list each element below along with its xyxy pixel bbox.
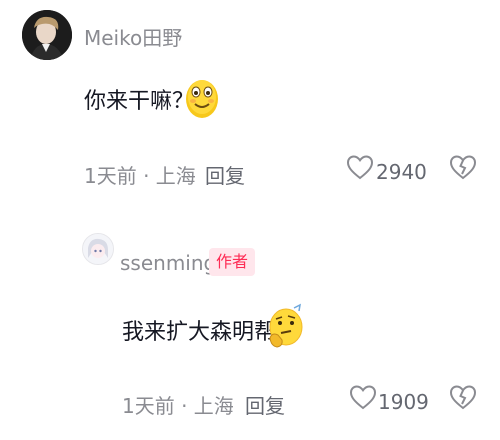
broken-heart-icon[interactable]: [448, 382, 478, 412]
comment-time-location: 1天前 · 上海: [122, 394, 234, 418]
reply-button[interactable]: 回复: [205, 160, 245, 189]
avatar[interactable]: [22, 10, 72, 60]
like-count: 1909: [378, 390, 429, 414]
comment-username[interactable]: Meiko田野: [84, 22, 182, 51]
comment-text: 你来干嘛？: [84, 89, 195, 114]
author-badge: 作者: [209, 248, 256, 276]
heart-icon[interactable]: [345, 152, 375, 182]
comment-text: 我来扩大森明帮: [122, 320, 277, 345]
reply-button[interactable]: 回复: [245, 390, 285, 419]
broken-heart-icon[interactable]: [448, 152, 478, 182]
comment-time-location: 1天前 · 上海: [84, 164, 196, 188]
smiling-face-emoji-icon: [184, 72, 220, 122]
heart-icon[interactable]: [348, 382, 378, 412]
like-count: 2940: [376, 160, 427, 184]
avatar[interactable]: [82, 233, 114, 265]
thinking-face-emoji-icon: [266, 302, 304, 354]
comment-username[interactable]: ssenming: [120, 251, 216, 275]
